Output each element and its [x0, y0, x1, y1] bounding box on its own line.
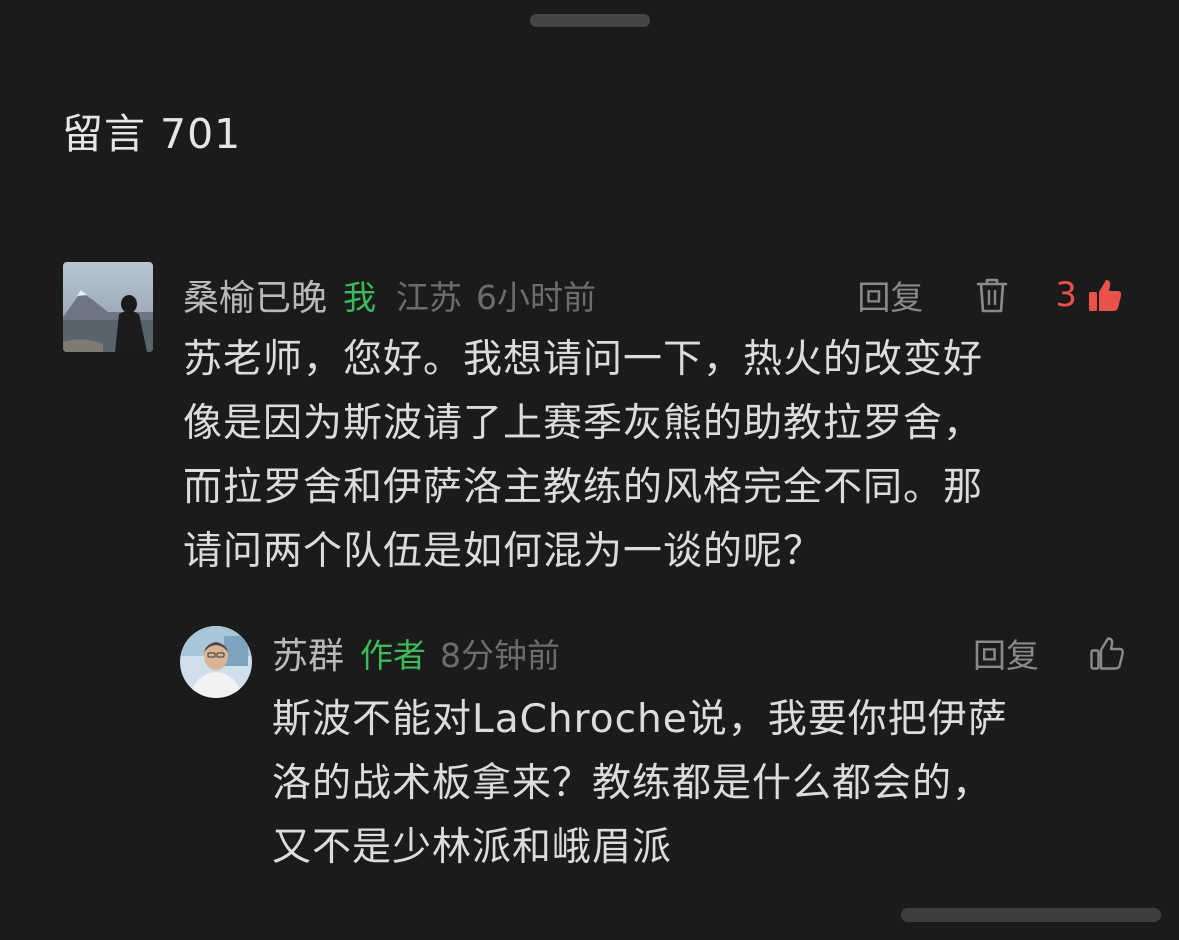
comment-line: 请问两个队伍是如何混为一谈的呢？ — [183, 529, 824, 574]
comment-line: 苏老师，您好。我想请问一下，热火的改变好 — [183, 337, 984, 382]
avatar[interactable] — [63, 262, 153, 352]
like-count: 3 — [1055, 275, 1077, 315]
reply-button[interactable]: 回复 — [857, 271, 923, 319]
thumbs-up-outline-icon — [1090, 637, 1124, 670]
reply-time: 8分钟前 — [440, 636, 561, 675]
comment-author-name[interactable]: 桑榆已晚 — [183, 269, 327, 321]
reply-meta: 苏群 作者 8分钟前 回复 — [272, 627, 1125, 679]
avatar[interactable] — [180, 626, 252, 698]
author-badge: 作者 — [360, 636, 427, 675]
comments-count: 701 — [160, 110, 242, 158]
comment-location: 江苏 — [396, 278, 463, 317]
sheet-drag-handle[interactable] — [530, 14, 650, 27]
delete-button[interactable] — [975, 276, 1009, 314]
thumbs-up-filled-icon — [1089, 280, 1122, 311]
comment-line: 像是因为斯波请了上赛季灰熊的助教拉罗舍， — [183, 401, 984, 446]
reply-body: 斯波不能对LaChroche说，我要你把伊萨 洛的战术板拿来？教练都是什么都会的… — [272, 688, 1112, 880]
trash-icon — [977, 278, 1008, 313]
comments-sheet: 留言 701 桑榆已晚 我 江苏 6小时前 回复 3 苏老师，您好。我想请问一下… — [0, 0, 1179, 940]
comments-header: 留言 701 — [62, 100, 241, 160]
comment-time: 6小时前 — [476, 278, 597, 317]
self-badge: 我 — [343, 278, 377, 317]
comments-title: 留言 — [62, 110, 146, 158]
reply-button[interactable]: 回复 — [973, 629, 1039, 677]
comment-line: 而拉罗舍和伊萨洛主教练的风格完全不同。那 — [183, 465, 984, 510]
reply-line: 又不是少林派和峨眉派 — [272, 825, 673, 870]
comment-meta: 桑榆已晚 我 江苏 6小时前 回复 3 — [183, 269, 1123, 321]
comment-body: 苏老师，您好。我想请问一下，热火的改变好 像是因为斯波请了上赛季灰熊的助教拉罗舍… — [183, 328, 1103, 584]
reply-line: 斯波不能对LaChroche说，我要你把伊萨 — [272, 697, 1008, 742]
watermark-image — [901, 908, 1161, 922]
reply-line: 洛的战术板拿来？教练都是什么都会的， — [272, 761, 993, 806]
like-button[interactable] — [1089, 635, 1125, 671]
like-button[interactable]: 3 — [1055, 275, 1123, 315]
reply-author-name[interactable]: 苏群 — [272, 627, 344, 679]
